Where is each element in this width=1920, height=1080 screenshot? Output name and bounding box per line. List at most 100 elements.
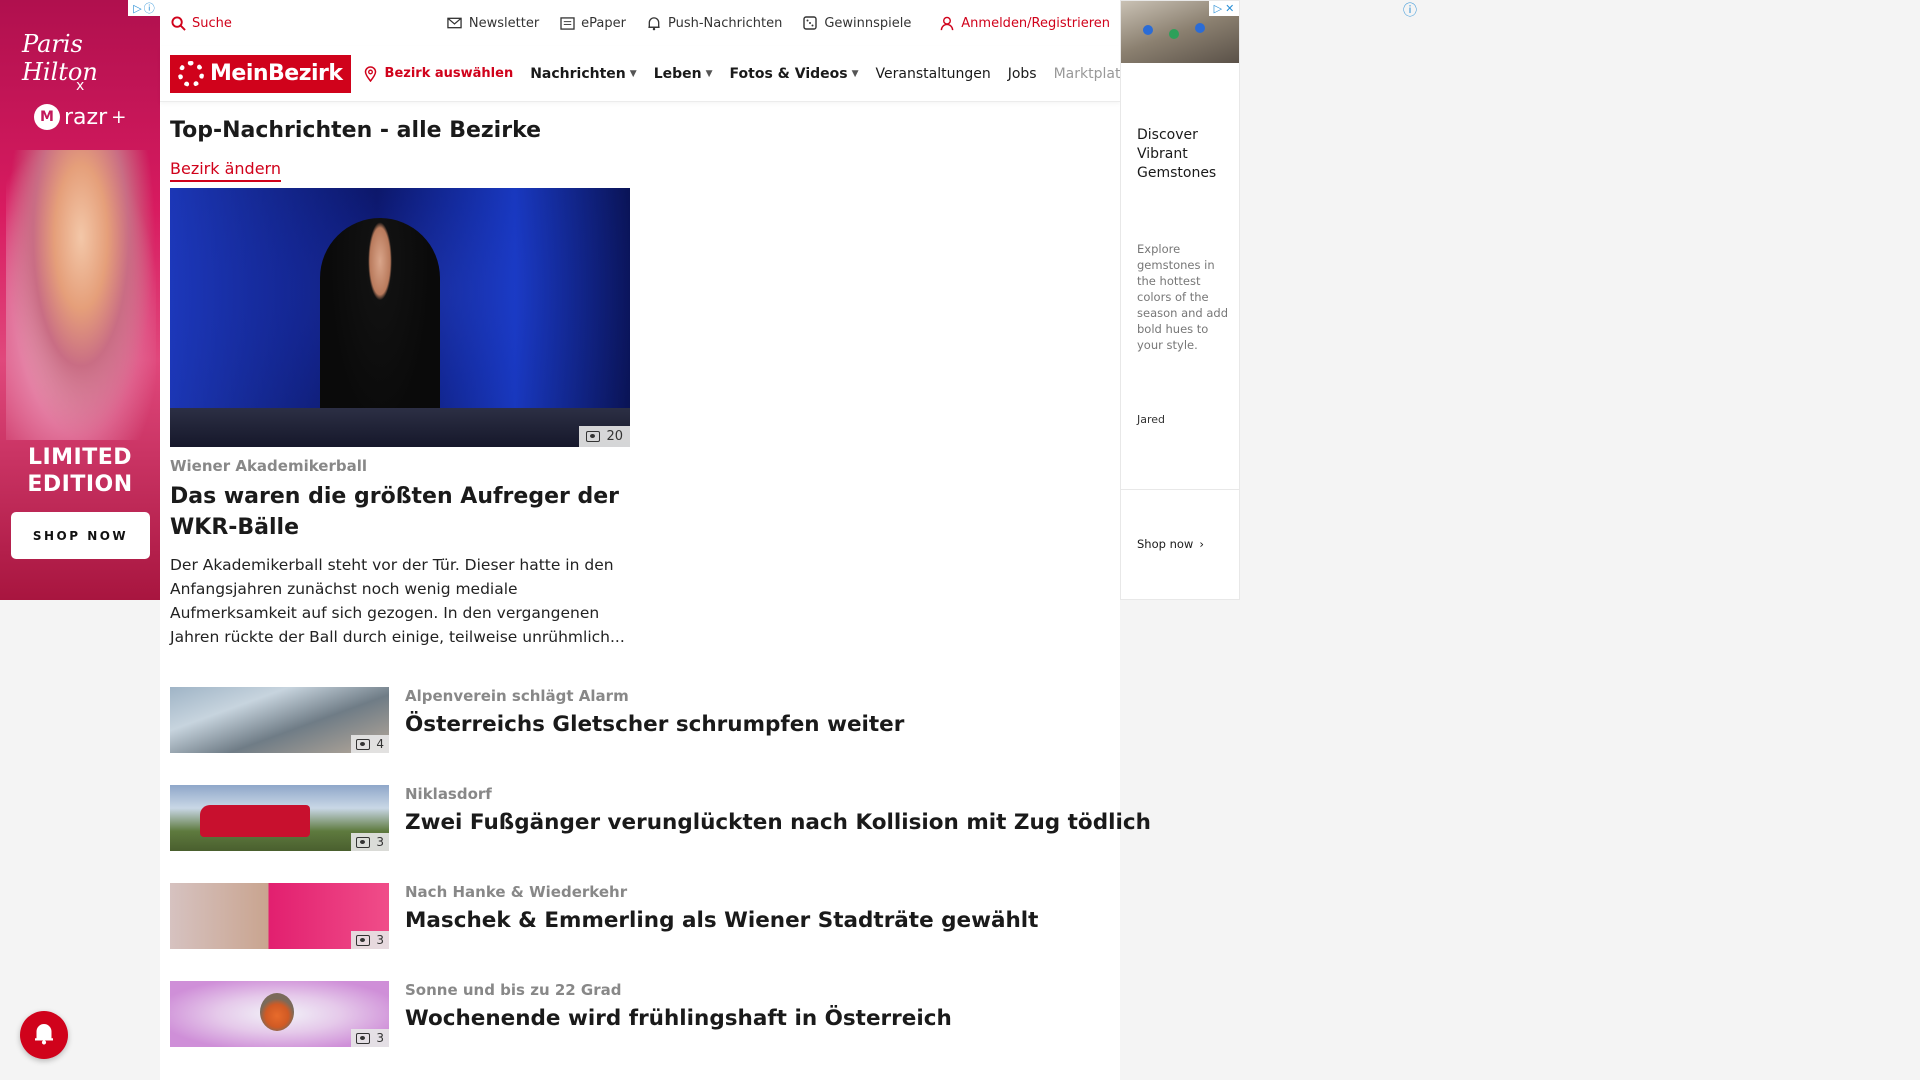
nav-fotos-videos[interactable]: Fotos & Videos ▼ — [730, 66, 859, 82]
hero-teaser: Der Akademikerball steht vor der Tür. Di… — [170, 556, 625, 646]
adchoices-play-icon: ▷ — [133, 1, 142, 15]
hero-article[interactable]: 20 Wiener Akademikerball Das waren die g… — [170, 188, 1110, 649]
mail-icon — [447, 15, 463, 31]
gallery-icon — [356, 934, 371, 946]
ad-shop-now-button[interactable]: SHOP NOW — [11, 512, 150, 559]
article-kicker: Alpenverein schlägt Alarm — [405, 687, 629, 705]
ad-shop-now-link[interactable]: Shop now › — [1137, 537, 1204, 551]
ad-partner-sup: + — [111, 106, 127, 128]
ad-brand: Paris Hilton — [22, 30, 98, 86]
article-title[interactable]: Österreichs Gletscher schrumpfen weiter — [405, 712, 904, 737]
photo-count-badge: 20 — [579, 426, 630, 447]
utility-links: Newsletter ePaper Push-Nachrichten Gewin… — [447, 15, 911, 31]
ad-divider — [1121, 489, 1239, 490]
photo-count-badge: 4 — [351, 735, 389, 753]
chevron-down-icon: ▼ — [629, 68, 637, 79]
login-label: Anmelden/Registrieren — [961, 15, 1110, 31]
article-kicker: Nach Hanke & Wiederkehr — [405, 883, 628, 901]
article-kicker: Niklasdorf — [405, 785, 492, 803]
article-title[interactable]: Zwei Fußgänger verunglückten nach Kollis… — [405, 810, 1151, 835]
search-icon — [170, 15, 186, 31]
bezirk-select-button[interactable]: Bezirk auswählen — [363, 65, 513, 82]
epaper-link[interactable]: ePaper — [559, 15, 626, 31]
nav-jobs[interactable]: Jobs — [1008, 66, 1037, 82]
hero-image[interactable]: 20 — [170, 188, 630, 447]
newspaper-icon — [559, 15, 575, 31]
ad-shop-now-label: Shop now — [1137, 537, 1194, 551]
bell-icon — [33, 1021, 55, 1049]
search-link[interactable]: Suche — [170, 15, 232, 31]
dice-icon — [802, 15, 818, 31]
gallery-icon — [586, 431, 601, 442]
left-skyscraper-ad[interactable]: ▷ ⓘ Paris Hilton x M razr + LIMITED EDITI… — [0, 0, 160, 600]
nav-marktplatz[interactable]: Marktplatz — [1054, 66, 1120, 82]
main-column: Suche Newsletter ePaper Push-Nachrichten — [160, 0, 1151, 1080]
main-navigation: MeinBezirk Bezirk auswählen Nachrichten … — [160, 46, 1120, 102]
epaper-label: ePaper — [581, 15, 626, 31]
thumbnail-train — [200, 805, 310, 837]
ad-partner-name: razr — [64, 104, 108, 130]
list-item[interactable]: 3 Nach Hanke & Wiederkehr Maschek & Emme… — [170, 883, 1110, 949]
top-utility-bar: Suche Newsletter ePaper Push-Nachrichten — [160, 0, 1120, 46]
adchoices-badge[interactable]: ▷ ✕ — [1209, 1, 1239, 16]
chevron-right-icon: › — [1199, 537, 1204, 551]
gallery-icon — [356, 1032, 371, 1044]
photo-count: 3 — [376, 933, 384, 947]
push-label: Push-Nachrichten — [668, 15, 783, 31]
list-item[interactable]: 3 Sonne und bis zu 22 Grad Wochenende wi… — [170, 981, 1110, 1047]
list-item[interactable]: 3 Niklasdorf Zwei Fußgänger verunglückte… — [170, 785, 1151, 851]
close-icon[interactable]: ✕ — [1225, 2, 1234, 15]
ad-body: Explore gemstones in the hottest colors … — [1137, 242, 1229, 352]
content-area: Top-Nachrichten - alle Bezirke Bezirk än… — [160, 118, 1151, 1047]
nav-jobs-label: Jobs — [1007, 65, 1037, 82]
push-notifications-link[interactable]: Push-Nachrichten — [646, 15, 782, 31]
article-thumbnail[interactable]: 3 — [170, 981, 389, 1047]
photo-count-badge: 3 — [351, 833, 389, 851]
ad-partner: M razr + — [34, 104, 126, 130]
hero-title[interactable]: Das waren die größten Aufreger der WKR-B… — [170, 481, 630, 543]
list-item[interactable]: 4 Alpenverein schlägt Alarm Österreichs … — [170, 687, 1110, 753]
newsletter-label: Newsletter — [468, 15, 540, 31]
article-text: Nach Hanke & Wiederkehr Maschek & Emmerl… — [405, 883, 1038, 949]
gewinnspiele-label: Gewinnspiele — [824, 15, 912, 31]
nav-nachrichten-label: Nachrichten — [530, 65, 626, 82]
ad-headline: LIMITED EDITION — [0, 444, 160, 498]
article-text: Alpenverein schlägt Alarm Österreichs Gl… — [405, 687, 904, 753]
article-thumbnail[interactable]: 3 — [170, 785, 389, 851]
adchoices-play-icon: ▷ — [1213, 2, 1223, 15]
thumbnail-robin — [260, 993, 294, 1031]
adchoices-info-icon[interactable]: ⓘ — [1403, 0, 1417, 20]
article-thumbnail[interactable]: 4 — [170, 687, 389, 753]
article-thumbnail[interactable]: 3 — [170, 883, 389, 949]
chevron-down-icon: ▼ — [705, 68, 713, 79]
logo-text: MeinBezirk — [210, 61, 343, 86]
right-skyscraper-ad[interactable]: ▷ ✕ Discover Vibrant Gemstones Explore g… — [1120, 0, 1240, 600]
photo-count: 3 — [376, 835, 384, 849]
gallery-icon — [356, 836, 371, 848]
login-link[interactable]: Anmelden/Registrieren — [939, 15, 1110, 31]
logo-sun-icon — [178, 60, 204, 87]
bezirk-change-link[interactable]: Bezirk ändern — [170, 159, 281, 182]
notification-bell-button[interactable] — [20, 1011, 68, 1059]
nav-veranstaltungen[interactable]: Veranstaltungen — [876, 66, 991, 82]
article-title[interactable]: Maschek & Emmerling als Wiener Stadträte… — [405, 908, 1038, 933]
gallery-icon — [356, 738, 371, 750]
ad-headline-line2: EDITION — [27, 472, 133, 497]
nav-leben[interactable]: Leben ▼ — [654, 66, 713, 82]
article-text: Sonne und bis zu 22 Grad Wochenende wird… — [405, 981, 952, 1047]
article-list: 4 Alpenverein schlägt Alarm Österreichs … — [170, 687, 1151, 1047]
article-kicker: Sonne und bis zu 22 Grad — [405, 981, 622, 999]
site-logo[interactable]: MeinBezirk — [170, 54, 351, 93]
hero-kicker: Wiener Akademikerball — [170, 457, 368, 475]
ad-brand-separator: x — [76, 78, 85, 94]
section-title: Top-Nachrichten - alle Bezirke — [170, 118, 542, 143]
ad-headline: Discover Vibrant Gemstones — [1137, 127, 1217, 181]
ad-headline-line1: LIMITED — [27, 445, 133, 470]
gewinnspiele-link[interactable]: Gewinnspiele — [802, 15, 911, 31]
article-title[interactable]: Wochenende wird frühlingshaft in Österre… — [405, 1006, 952, 1031]
newsletter-link[interactable]: Newsletter — [447, 15, 539, 31]
adchoices-badge[interactable]: ▷ ⓘ — [128, 0, 160, 16]
article-text: Niklasdorf Zwei Fußgänger verunglückten … — [405, 785, 1151, 851]
nav-nachrichten[interactable]: Nachrichten ▼ — [530, 66, 636, 82]
hero-image-railing — [170, 408, 630, 447]
